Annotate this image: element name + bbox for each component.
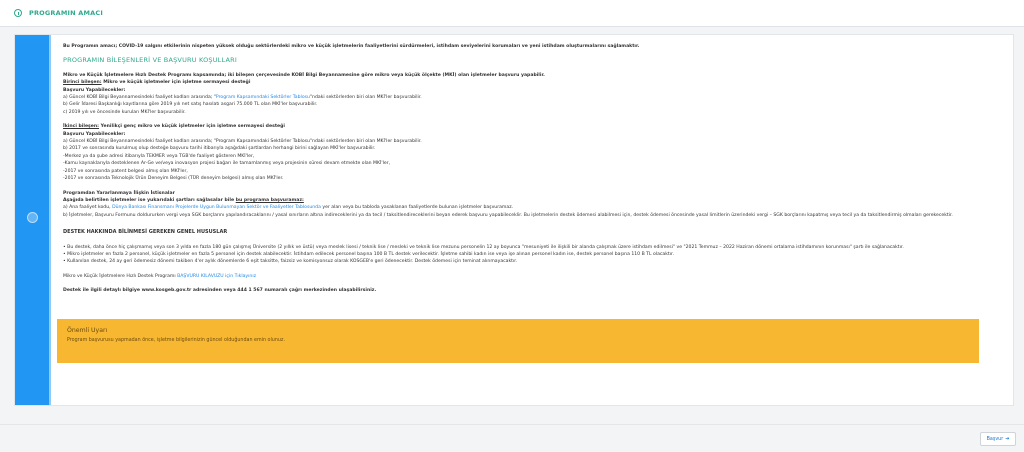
page-header: PROGRAMIN AMACI: [0, 0, 1024, 27]
warning-title: Önemli Uyarı: [67, 327, 108, 334]
intro-text: Bu Programın amacı; COVID-19 salgını etk…: [63, 44, 640, 49]
component-1-heading: Birinci bileşen: Mikro ve küçük işletmel…: [63, 79, 1003, 86]
general-title: DESTEK HAKKINDA BİLİNMESİ GEREKEN GENEL …: [63, 229, 228, 236]
exclusion-a-post: yer alan veya bu tabloda yasaklanan faal…: [320, 205, 514, 211]
contact-text: Destek ile ilgili detaylı bilgiye www.ko…: [63, 288, 377, 294]
component-2-list-item: -2017 ve sonrasında patent belgesi almış…: [63, 168, 188, 174]
general-list-item: • Kullanılan destek, 24 ay geri ödemesiz…: [63, 259, 518, 265]
footer-divider: [0, 424, 1024, 425]
component-2-list-item: -Kamu kaynaklarıyla desteklenen Ar-Ge ve…: [63, 161, 391, 167]
info-circle-icon: [27, 212, 38, 223]
exclusions-lead-pre: Aşağıda belirtilen işletmeler ise yukarı…: [63, 197, 236, 203]
component-2-a: a) Güncel KOBİ Bilgi Beyannamesindeki fa…: [63, 139, 422, 145]
component-1-c: c) 2019 yılı ve öncesinde kurulan MKİ'le…: [63, 109, 186, 115]
component-1-a-pre: a) Güncel KOBİ Bilgi Beyannamesindeki fa…: [63, 95, 216, 101]
guide-pre: Mikro ve Küçük İşletmelere Hızlı Destek …: [63, 273, 178, 279]
guide-line: Mikro ve Küçük İşletmelere Hızlı Destek …: [63, 273, 1003, 280]
exclusions-title: Programdan Yararlanmaya İlişkin İstisnal…: [63, 190, 175, 196]
component-1-b: b) Gelir İdaresi Başkanlığı kayıtlarına …: [63, 102, 318, 108]
page-title: PROGRAMIN AMACI: [29, 9, 103, 17]
general-list-item: • Bu destek, daha önce hiç çalışmamış ve…: [63, 244, 904, 250]
component-1-a: a) Güncel KOBİ Bilgi Beyannamesindeki fa…: [63, 94, 1003, 101]
arrow-right-icon: ➔: [1005, 436, 1010, 442]
exclusions-lead-emph: bu programa başvuramaz:: [235, 197, 304, 203]
warning-note: Önemli Uyarı Program başvurusu yapmadan …: [57, 319, 979, 363]
exclusion-a: a) Ana faaliyet kodu, Dünya Bankası Fina…: [63, 204, 1003, 211]
lead-text: Mikro ve Küçük İşletmelere Hızlı Destek …: [63, 72, 545, 78]
warning-text: Program başvurusu yapmadan önce, işletme…: [67, 338, 285, 343]
exclusions-lead: Aşağıda belirtilen işletmeler ise yukarı…: [63, 197, 1003, 204]
component-2-list-item: -2017 ve sonrasında Teknolojik Ürün Dene…: [63, 176, 284, 182]
component-1-title: Mikro ve küçük işletmeler için işletme s…: [101, 80, 251, 86]
apply-button-label: Başvur: [986, 436, 1004, 442]
world-bank-table-link[interactable]: Dünya Bankası Finansmanı Projelerde Uygu…: [112, 205, 321, 210]
general-list-item: • Mikro işletmeler en fazla 2 personel, …: [63, 251, 674, 257]
component-2-b: b) 2017 ve sonrasında kurulmuş olup dest…: [63, 146, 376, 152]
section-title: PROGRAMIN BİLEŞENLERİ VE BAŞVURU KOŞULLA…: [63, 56, 237, 65]
component-1-a-post: "ndaki sektörlerden biri olan MKİ'ler ba…: [309, 95, 422, 101]
apply-button[interactable]: Başvur ➔: [980, 432, 1016, 446]
component-2-heading: İkinci bileşen: Yenilikçi genç mikro ve …: [63, 123, 1003, 130]
exclusion-b: b) İşletmeler, Başvuru Formunu doldururk…: [63, 212, 953, 218]
guide-link[interactable]: BAŞVURU KILAVUZU için Tıklayınız: [177, 274, 256, 279]
program-content: Bu Programın amacı; COVID-19 salgını etk…: [63, 43, 1003, 295]
program-panel: Bu Programın amacı; COVID-19 salgını etk…: [14, 34, 1014, 406]
component-1-who: Başvuru Yapabilecekler:: [63, 87, 126, 93]
component-2-title: Yenilikçi genç mikro ve küçük işletmeler…: [99, 124, 285, 130]
panel-accent-divider: [49, 35, 51, 405]
component-1-label: Birinci bileşen:: [63, 80, 102, 86]
component-2-who: Başvuru Yapabilecekler:: [63, 131, 126, 137]
component-2-label: İkinci bileşen:: [63, 124, 100, 130]
info-icon: [14, 9, 22, 17]
exclusion-a-pre: a) Ana faaliyet kodu,: [63, 205, 113, 211]
sectors-table-link[interactable]: Program Kapsamındaki Sektörler Tablosu: [216, 95, 310, 100]
component-2-list-item: -Merkez ya da şube adresi itibarıyla TEK…: [63, 153, 255, 159]
